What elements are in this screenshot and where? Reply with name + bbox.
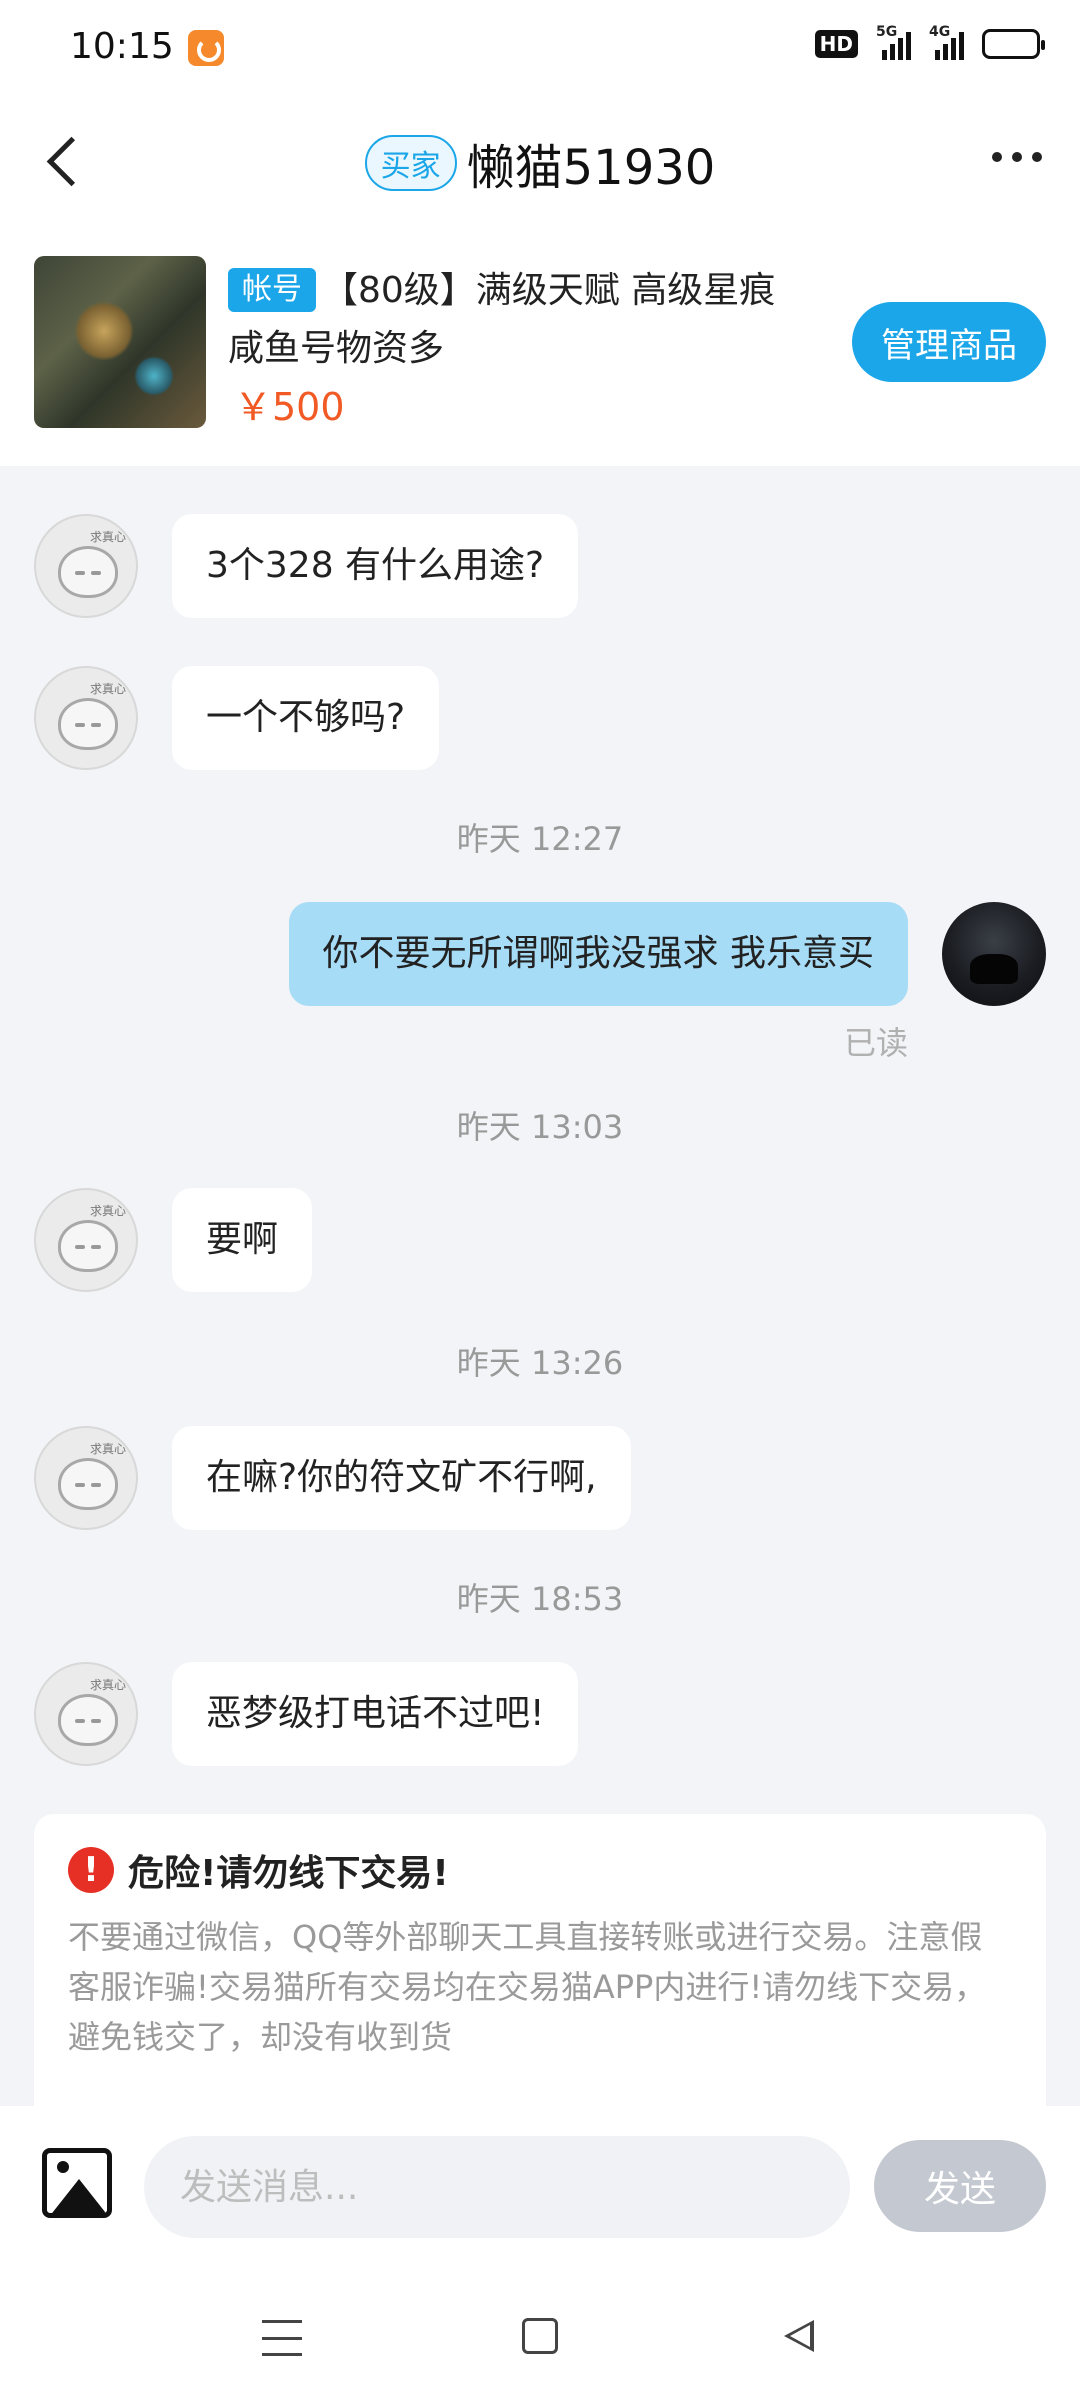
- message-bubble[interactable]: 要啊: [172, 1188, 313, 1292]
- chat-header: 买家 懒猫51930: [0, 96, 1080, 226]
- message-bubble[interactable]: 恶梦级打电话不过吧!: [172, 1662, 579, 1766]
- other-user-avatar[interactable]: 求真心: [34, 666, 138, 770]
- other-user-avatar[interactable]: 求真心: [34, 1426, 138, 1530]
- more-options-icon[interactable]: [992, 152, 1042, 162]
- other-user-avatar[interactable]: 求真心: [34, 514, 138, 618]
- other-user-avatar[interactable]: 求真心: [34, 1188, 138, 1292]
- status-indicators: HD 5G 4G: [814, 24, 1045, 60]
- status-time: 10:15: [70, 26, 174, 67]
- message-bubble[interactable]: 一个不够吗?: [172, 666, 440, 770]
- signal-4g-icon: 4G: [929, 24, 964, 60]
- warning-body: 不要通过微信，QQ等外部聊天工具直接转账或进行交易。注意假客服诈骗!交易猫所有交…: [68, 1918, 987, 2056]
- message-input[interactable]: [144, 2136, 850, 2238]
- message-bubble[interactable]: 3个328 有什么用途?: [172, 514, 579, 618]
- message-bubble-self[interactable]: 你不要无所谓啊我没强求 我乐意买: [288, 902, 908, 1006]
- chat-area[interactable]: 求真心 3个328 有什么用途? 求真心 一个不够吗? 昨天 12:27 你不要…: [0, 466, 1080, 2106]
- safety-warning-card: ! 危险!请勿线下交易! 不要通过微信，QQ等外部聊天工具直接转账或进行交易。注…: [34, 1814, 1046, 2106]
- buyer-role-tag: 买家: [364, 135, 457, 191]
- product-card[interactable]: 帐号 【80级】满级天赋 高级星痕咸鱼号物资多 ￥500 管理商品: [0, 226, 1080, 466]
- contact-name: 懒猫51930: [466, 140, 716, 196]
- recent-apps-icon[interactable]: [262, 2320, 302, 2356]
- home-icon[interactable]: [522, 2318, 558, 2354]
- other-user-avatar[interactable]: 求真心: [34, 1662, 138, 1766]
- timestamp: 昨天 13:26: [456, 1344, 624, 1382]
- system-nav-bar: [0, 2276, 1080, 2400]
- send-button[interactable]: 发送: [874, 2140, 1046, 2232]
- system-back-icon[interactable]: [780, 2316, 820, 2356]
- uc-browser-icon: [188, 30, 224, 66]
- warning-title: 危险!请勿线下交易!: [128, 1853, 449, 1894]
- message-input-bar: 发送: [0, 2106, 1080, 2276]
- timestamp: 昨天 12:27: [456, 820, 624, 858]
- chat-title: 买家 懒猫51930: [0, 128, 1080, 198]
- product-price: ￥500: [234, 385, 345, 429]
- warning-header: ! 危险!请勿线下交易!: [68, 1844, 1012, 1896]
- message-bubble[interactable]: 在嘛?你的符文矿不行啊,: [172, 1426, 631, 1530]
- battery-icon: [982, 29, 1045, 59]
- product-title: 帐号 【80级】满级天赋 高级星痕咸鱼号物资多: [228, 262, 788, 378]
- self-avatar[interactable]: [942, 902, 1046, 1006]
- timestamp: 昨天 18:53: [456, 1580, 624, 1618]
- warning-icon: !: [68, 1847, 114, 1893]
- hd-voice-icon: HD: [814, 30, 858, 58]
- timestamp: 昨天 13:03: [456, 1108, 624, 1146]
- read-status: 已读: [843, 1024, 908, 1062]
- signal-5g-icon: 5G: [876, 24, 911, 60]
- status-bar: 10:15 HD 5G 4G: [0, 0, 1080, 96]
- manage-product-button[interactable]: 管理商品: [852, 302, 1046, 382]
- image-picker-icon[interactable]: [42, 2148, 112, 2218]
- product-thumbnail[interactable]: [34, 256, 206, 428]
- category-tag: 帐号: [228, 268, 316, 312]
